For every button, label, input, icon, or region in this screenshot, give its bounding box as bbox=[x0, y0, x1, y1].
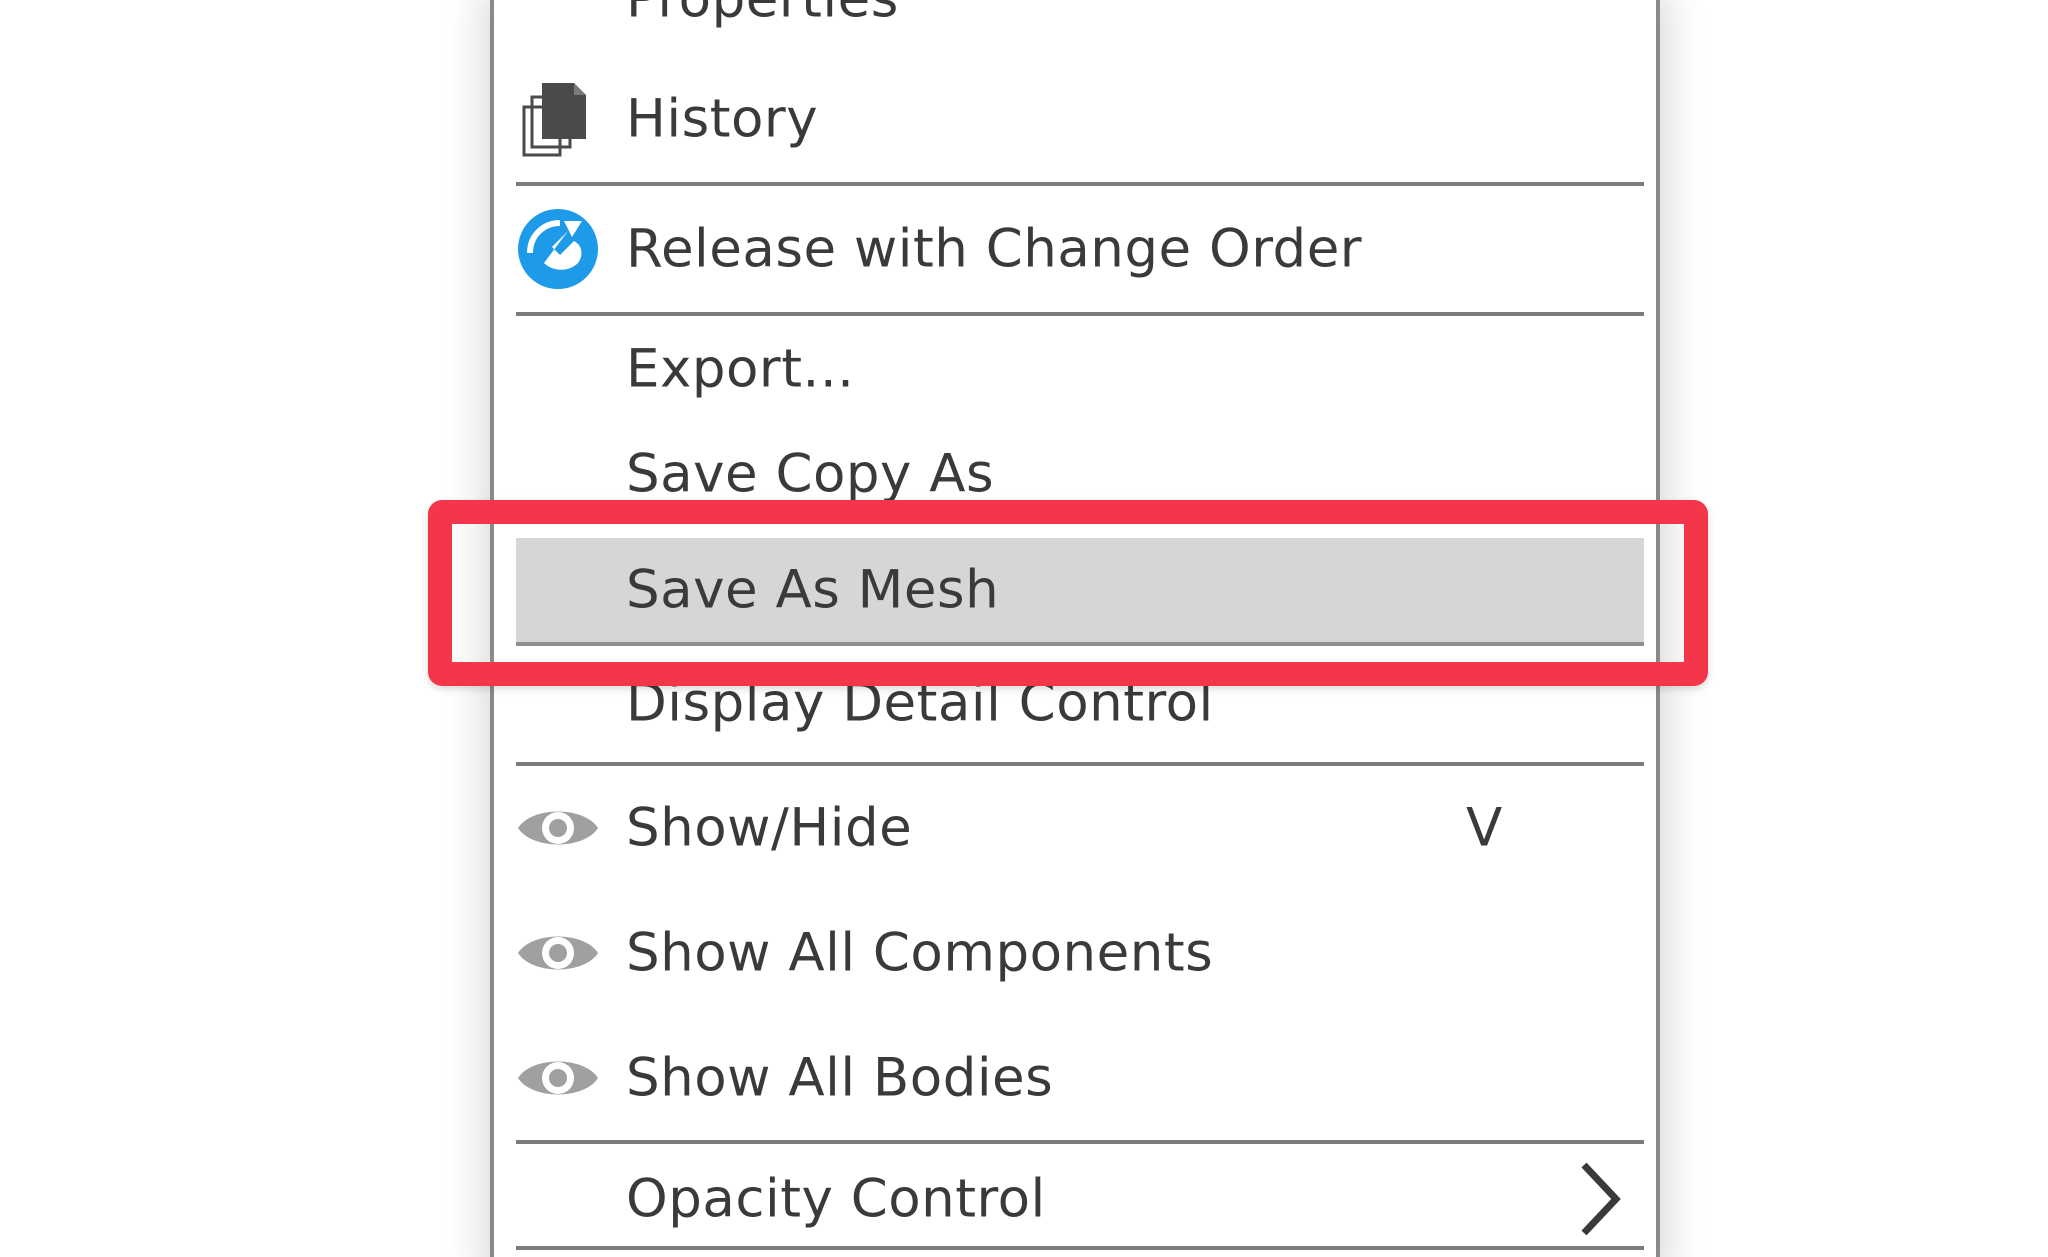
history-pages-icon bbox=[522, 83, 586, 157]
menu-item-history[interactable]: History bbox=[516, 58, 1644, 180]
highlight-callout-box bbox=[428, 500, 1708, 686]
shortcut-key: V bbox=[1466, 797, 1503, 859]
menu-item-label: Release with Change Order bbox=[626, 218, 1363, 280]
chevron-right-icon bbox=[1581, 1162, 1621, 1236]
menu-item-show-all-bodies[interactable]: Show All Bodies bbox=[516, 1016, 1644, 1140]
menu-item-label: Save Copy As bbox=[626, 443, 995, 505]
menu-separator bbox=[516, 1246, 1644, 1250]
menu-item-opacity-control[interactable]: Opacity Control bbox=[516, 1144, 1644, 1254]
eye-icon bbox=[518, 811, 598, 845]
menu-item-label: History bbox=[626, 88, 819, 150]
menu-item-show-all-components[interactable]: Show All Components bbox=[516, 890, 1644, 1016]
menu-item-label: Properties bbox=[626, 0, 899, 30]
menu-item-label: Show All Bodies bbox=[626, 1047, 1054, 1109]
menu-item-export[interactable]: Export... bbox=[516, 316, 1644, 422]
menu-item-release-with-change-order[interactable]: Release with Change Order bbox=[516, 186, 1644, 312]
menu-item-properties[interactable]: Properties bbox=[516, 0, 1644, 54]
eye-icon bbox=[518, 1061, 598, 1095]
release-change-order-icon bbox=[518, 209, 598, 289]
screen: Properties History Release with Change O… bbox=[0, 0, 2048, 1257]
eye-icon bbox=[518, 936, 598, 970]
menu-item-label: Show/Hide bbox=[626, 797, 913, 859]
menu-item-label: Opacity Control bbox=[626, 1168, 1046, 1230]
menu-item-label: Export... bbox=[626, 338, 855, 400]
menu-item-label: Show All Components bbox=[626, 922, 1214, 984]
menu-item-show-hide[interactable]: Show/Hide V bbox=[516, 766, 1644, 890]
